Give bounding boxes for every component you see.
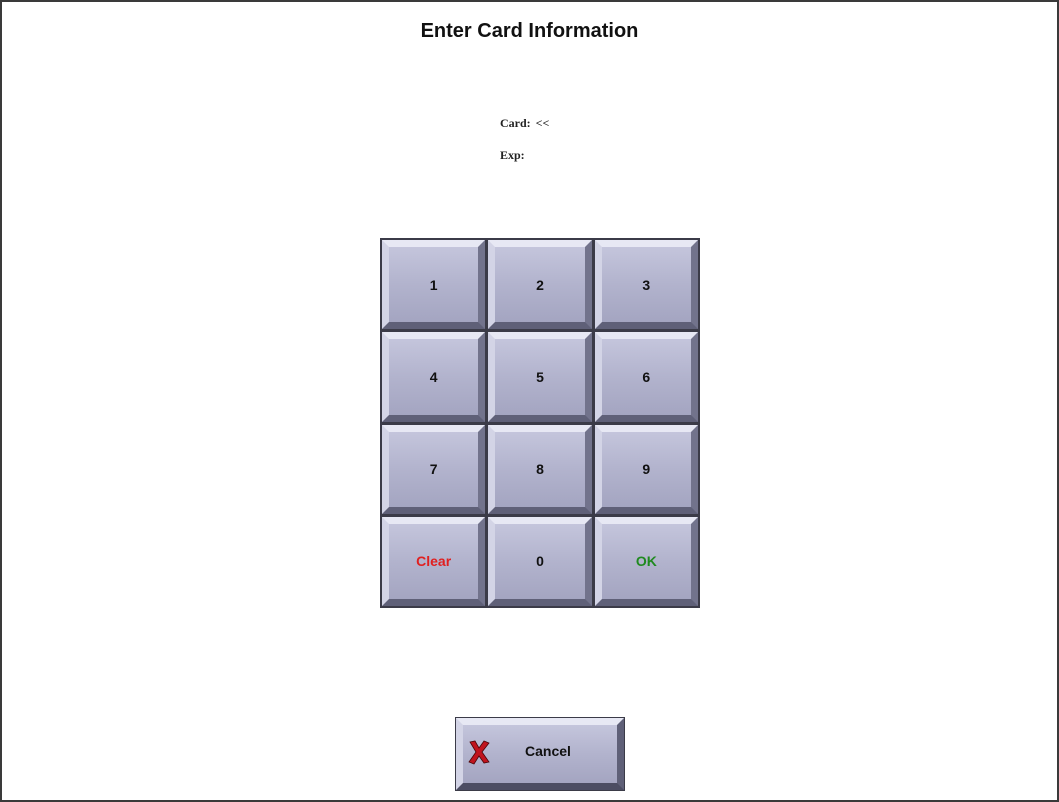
- exp-field-row: Exp:: [500, 148, 530, 163]
- key-9[interactable]: 9: [594, 424, 698, 514]
- page-title: Enter Card Information: [420, 20, 639, 42]
- clear-button[interactable]: Clear: [382, 516, 486, 606]
- key-0[interactable]: 0: [488, 516, 592, 606]
- cancel-button[interactable]: Cancel: [455, 717, 625, 791]
- exp-label: Exp:: [500, 148, 525, 162]
- key-2[interactable]: 2: [488, 240, 592, 330]
- card-value: <<: [535, 116, 550, 130]
- card-entry-screen: Enter Card Information Card: << Exp: 1 2 …: [0, 0, 1059, 802]
- card-label: Card:: [500, 116, 531, 130]
- card-field-row: Card: <<: [500, 116, 549, 131]
- numeric-keypad: 1 2 3 4 5 6 7 8 9 Clear 0 OK: [380, 238, 700, 608]
- key-7[interactable]: 7: [382, 424, 486, 514]
- ok-button[interactable]: OK: [594, 516, 698, 606]
- key-8[interactable]: 8: [488, 424, 592, 514]
- key-1[interactable]: 1: [382, 240, 486, 330]
- cancel-label: Cancel: [525, 743, 571, 759]
- red-x-icon: [468, 740, 490, 765]
- key-6[interactable]: 6: [594, 332, 698, 422]
- key-4[interactable]: 4: [382, 332, 486, 422]
- key-3[interactable]: 3: [594, 240, 698, 330]
- key-5[interactable]: 5: [488, 332, 592, 422]
